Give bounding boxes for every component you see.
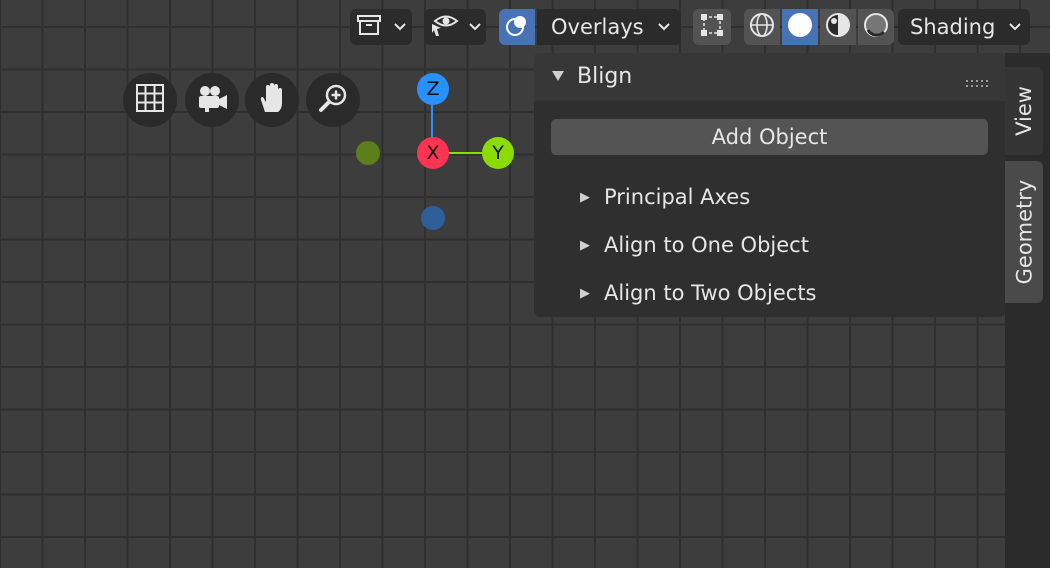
- subpanel-label: Align to Two Objects: [604, 281, 817, 305]
- tab-geometry-label: Geometry: [1012, 179, 1036, 285]
- shading-modes: [744, 9, 894, 45]
- xray-toggle[interactable]: [693, 9, 731, 45]
- tab-view[interactable]: View: [1005, 67, 1043, 155]
- gizmo-y-axis[interactable]: Y: [482, 137, 514, 169]
- rendered-shading-button[interactable]: [858, 9, 894, 45]
- subpanel-label: Principal Axes: [604, 185, 751, 209]
- chevron-down-icon: [657, 18, 671, 37]
- add-object-label: Add Object: [711, 125, 828, 149]
- expand-triangle-icon: ▶: [580, 189, 590, 205]
- gizmo-z-label: Z: [426, 78, 440, 100]
- solid-sphere-icon: [786, 11, 814, 43]
- expand-triangle-icon: ▶: [580, 285, 590, 301]
- material-sphere-icon: [825, 12, 851, 42]
- gizmo-neg-z-axis[interactable]: [421, 206, 445, 230]
- gizmo-neg-y-axis[interactable]: [356, 141, 380, 165]
- expand-triangle-icon: ▶: [580, 237, 590, 253]
- drag-handle-icon[interactable]: [966, 73, 988, 92]
- xray-icon: [698, 11, 726, 43]
- gizmo-x-axis[interactable]: X: [417, 137, 449, 169]
- wireframe-sphere-icon: [749, 12, 775, 42]
- collapse-triangle-icon: [551, 68, 565, 87]
- subpanel-principal-axes[interactable]: ▶ Principal Axes: [580, 177, 750, 217]
- overlays-dropdown[interactable]: Overlays: [537, 9, 681, 45]
- panel-title: Blign: [577, 64, 633, 89]
- panel-header[interactable]: Blign: [534, 53, 1005, 101]
- subpanel-align-two-objects[interactable]: ▶ Align to Two Objects: [580, 273, 817, 313]
- wireframe-shading-button[interactable]: [744, 9, 780, 45]
- tab-view-label: View: [1012, 86, 1036, 136]
- overlays-group: Overlays: [499, 9, 681, 45]
- rendered-sphere-icon: [863, 12, 889, 42]
- chevron-down-icon: [1008, 18, 1022, 37]
- gizmo-x-label: X: [426, 142, 440, 164]
- solid-shading-button[interactable]: [782, 9, 818, 45]
- blign-panel: Blign Add Object ▶ Principal Axes ▶ Alig…: [534, 53, 1005, 317]
- tab-geometry[interactable]: Geometry: [1005, 161, 1043, 303]
- shading-label: Shading: [910, 15, 996, 39]
- overlays-label: Overlays: [551, 15, 644, 39]
- subpanel-align-one-object[interactable]: ▶ Align to One Object: [580, 225, 809, 265]
- shading-dropdown[interactable]: Shading: [898, 9, 1030, 45]
- add-object-button[interactable]: Add Object: [551, 119, 988, 155]
- gizmo-lines: [431, 90, 497, 154]
- subpanel-label: Align to One Object: [604, 233, 809, 257]
- material-shading-button[interactable]: [820, 9, 856, 45]
- gizmo-z-axis[interactable]: Z: [417, 73, 449, 105]
- gizmo-y-label: Y: [492, 142, 504, 164]
